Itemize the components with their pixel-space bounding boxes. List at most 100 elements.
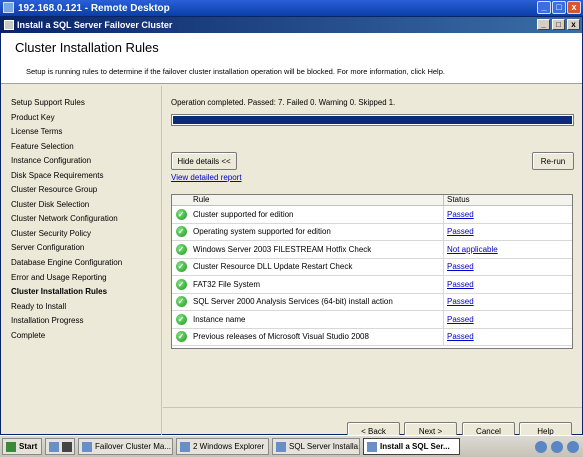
taskbar-item[interactable]: Failover Cluster Ma... [78,438,173,455]
window-title-bar[interactable]: Install a SQL Server Failover Cluster _ … [1,17,582,33]
wizard-step-complete[interactable]: Complete [11,331,161,346]
rule-status-link[interactable]: Passed [444,227,474,236]
page-description: Setup is running rules to determine if t… [26,67,445,76]
column-header-status[interactable]: Status [444,195,470,205]
passed-check-icon: ✓ [175,226,187,238]
rule-row[interactable]: ✓ Cluster supported for edition Passed [172,206,572,224]
page-title: Cluster Installation Rules [15,40,159,55]
wizard-step-instance-configuration[interactable]: Instance Configuration [11,156,161,171]
page-header: Cluster Installation Rules Setup is runn… [1,33,582,84]
task-app-icon [276,441,286,452]
taskbar-item[interactable]: Install a SQL Ser... [363,438,460,455]
main-panel: Operation completed. Passed: 7. Failed 0… [163,86,582,440]
windows-logo-icon [6,441,16,452]
wizard-step-setup-support-rules[interactable]: Setup Support Rules [11,98,161,113]
rdp-minimize-button[interactable]: _ [537,1,551,14]
wizard-step-license-terms[interactable]: License Terms [11,127,161,142]
hide-details-button[interactable]: Hide details << [171,152,237,170]
progress-fill [173,116,572,124]
passed-check-icon: ✓ [175,278,187,290]
rule-name: Cluster Resource DLL Update Restart Chec… [190,258,444,275]
task-app-icon [367,441,377,452]
tray-arrow-icon[interactable] [535,440,547,453]
rule-status-link[interactable]: Passed [444,332,474,341]
wizard-step-cluster-resource-group[interactable]: Cluster Resource Group [11,185,161,200]
wizard-step-cluster-installation-rules[interactable]: Cluster Installation Rules [11,287,161,302]
rerun-button[interactable]: Re-run [532,152,574,170]
wizard-step-disk-space-requirements[interactable]: Disk Space Requirements [11,171,161,186]
remote-desktop-title: 192.168.0.121 - Remote Desktop [18,2,170,14]
task-app-icon [82,441,92,452]
rule-row[interactable]: ✓ Operating system supported for edition P… [172,223,572,241]
rule-status-link[interactable]: Passed [444,210,474,219]
rule-name: Windows Server 2003 FILESTREAM Hotfix Ch… [190,241,444,258]
rule-row[interactable]: ✓ SQL Server 2000 Analysis Services (64-b… [172,293,572,311]
wizard-step-ready-to-install[interactable]: Ready to Install [11,302,161,317]
setup-window: Install a SQL Server Failover Cluster _ … [0,16,583,440]
wizard-step-error-and-usage-reporting[interactable]: Error and Usage Reporting [11,273,161,288]
window-title: Install a SQL Server Failover Cluster [17,20,173,30]
progress-bar [171,114,574,126]
passed-check-icon: ✓ [175,296,187,308]
wizard-step-product-key[interactable]: Product Key [11,113,161,128]
passed-check-icon: ✓ [175,243,187,255]
quick-launch[interactable] [45,438,75,455]
rule-row[interactable]: ✓ Previous releases of Microsoft Visual S… [172,328,572,346]
rules-grid: Rule Status ✓ Cluster supported for editi… [171,194,573,349]
window-maximize-button[interactable]: □ [552,19,565,30]
start-button[interactable]: Start [2,438,42,455]
sql-setup-icon [4,20,14,30]
wizard-step-cluster-security-policy[interactable]: Cluster Security Policy [11,229,161,244]
window-minimize-button[interactable]: _ [537,19,550,30]
wizard-step-database-engine-configuration[interactable]: Database Engine Configuration [11,258,161,273]
system-tray [535,440,583,453]
rule-status-link[interactable]: Passed [444,297,474,306]
passed-check-icon: ✓ [175,313,187,325]
wizard-step-installation-progress[interactable]: Installation Progress [11,316,161,331]
speaker-icon[interactable] [567,440,579,453]
task-app-icon [180,441,190,452]
taskbar: Start Failover Cluster Ma... 2 Windows Ex… [0,435,583,457]
rule-status-link[interactable]: Passed [444,262,474,271]
rule-status-link[interactable]: Passed [444,280,474,289]
taskbar-item-label: Install a SQL Ser... [380,442,450,451]
wizard-step-cluster-disk-selection[interactable]: Cluster Disk Selection [11,200,161,215]
rule-name: Previous releases of Microsoft Visual St… [190,328,444,345]
wizard-step-server-configuration[interactable]: Server Configuration [11,243,161,258]
rule-row[interactable]: ✓ Instance name Passed [172,311,572,329]
passed-check-icon: ✓ [175,208,187,220]
command-prompt-icon [62,441,72,452]
wizard-step-feature-selection[interactable]: Feature Selection [11,142,161,157]
taskbar-item-label: SQL Server Installa... [289,442,360,451]
network-icon[interactable] [551,440,563,453]
rule-name: SQL Server 2000 Analysis Services (64-bi… [190,293,444,310]
passed-check-icon: ✓ [175,331,187,343]
rule-row[interactable]: ✓ FAT32 File System Passed [172,276,572,294]
rule-row[interactable]: ✓ Cluster Resource DLL Update Restart Che… [172,258,572,276]
rule-status-link[interactable]: Passed [444,315,474,324]
rule-name: FAT32 File System [190,276,444,293]
taskbar-item[interactable]: SQL Server Installa... [272,438,360,455]
start-label: Start [19,442,38,451]
rule-status-link[interactable]: Not applicable [444,245,498,254]
taskbar-item[interactable]: 2 Windows Explorer [176,438,269,455]
passed-check-icon: ✓ [175,261,187,273]
wizard-step-list: Setup Support Rules Product Key License Te… [1,86,162,436]
operation-status: Operation completed. Passed: 7. Failed 0… [171,98,396,107]
rule-name: Operating system supported for edition [190,223,444,240]
column-header-rule[interactable]: Rule [190,195,444,205]
taskbar-item-label: Failover Cluster Ma... [95,442,172,451]
rule-row[interactable]: ✓ Windows Server 2003 FILESTREAM Hotfix C… [172,241,572,259]
remote-desktop-title-bar[interactable]: 192.168.0.121 - Remote Desktop _ □ x [0,0,583,16]
button-separator [163,407,582,408]
server-manager-icon [49,441,59,452]
wizard-step-cluster-network-configuration[interactable]: Cluster Network Configuration [11,214,161,229]
rule-name: Instance name [190,311,444,328]
grid-header: Rule Status [172,195,572,206]
rdp-close-button[interactable]: x [567,1,581,14]
view-detailed-report-link[interactable]: View detailed report [171,173,242,182]
rule-name: Cluster supported for edition [190,206,444,223]
rdp-maximize-button[interactable]: □ [552,1,566,14]
window-close-button[interactable]: x [567,19,580,30]
taskbar-item-label: 2 Windows Explorer [193,442,265,451]
